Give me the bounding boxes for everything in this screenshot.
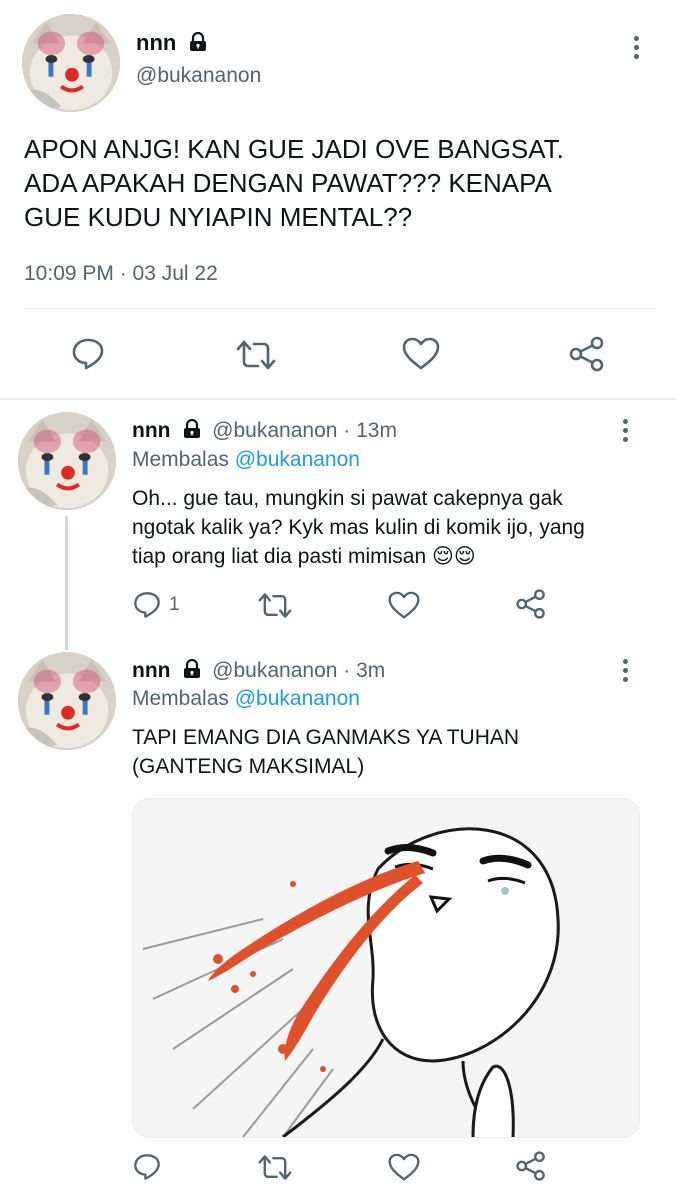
handle[interactable]: @bukananon: [136, 64, 261, 88]
more-icon[interactable]: [629, 36, 643, 63]
replying-label: Membalas: [132, 448, 229, 471]
attached-image[interactable]: [132, 798, 640, 1138]
share-icon[interactable]: [568, 335, 606, 373]
retweet-icon[interactable]: [258, 1153, 292, 1182]
timestamp[interactable]: 10:09 PM · 03 Jul 22: [24, 262, 218, 286]
reply-header: nnn @bukananon · 13m: [132, 418, 397, 446]
nosebleed-meme-image: [133, 799, 639, 1137]
replying-to: Membalas @bukananon: [132, 448, 360, 472]
like-icon[interactable]: [402, 337, 440, 371]
section-divider: [0, 398, 676, 400]
share-icon[interactable]: [515, 588, 547, 620]
clown-cat-avatar-image: [18, 652, 116, 750]
display-name-row: nnn: [136, 30, 208, 58]
tweet-text-line: ADA APAKAH DENGAN PAWAT??? KENAPA: [24, 168, 552, 198]
reply-count: 1: [169, 594, 180, 615]
like-icon[interactable]: [388, 591, 420, 620]
reply-button[interactable]: 1: [132, 590, 180, 620]
divider: [24, 308, 654, 309]
tweet-text: TAPI EMANG DIA GANMAKS YA TUHAN (GANTENG…: [132, 723, 662, 781]
more-icon[interactable]: [618, 659, 632, 686]
tweet-text-line: ngotak kalik ya? Kyk mas kulin di komik …: [132, 516, 585, 539]
thread-line: [65, 516, 68, 650]
handle-time[interactable]: @bukananon · 3m: [212, 659, 385, 682]
tweet-text-line-content: tiap orang liat dia pasti mimisan: [132, 545, 427, 568]
emoji: 😌😌: [432, 545, 476, 568]
tweet-text-line: APON ANJG! KAN GUE JADI OVE BANGSAT.: [24, 134, 564, 164]
like-icon[interactable]: [388, 1153, 420, 1182]
lock-icon: [188, 31, 208, 58]
display-name[interactable]: nnn: [132, 419, 170, 442]
replying-to-handle[interactable]: @bukananon: [235, 448, 360, 471]
clown-cat-avatar-image: [18, 412, 116, 510]
retweet-icon[interactable]: [258, 591, 292, 620]
share-icon[interactable]: [515, 1150, 547, 1182]
reply-icon[interactable]: [132, 1152, 162, 1182]
avatar[interactable]: [22, 14, 120, 112]
tweet-text-line: tiap orang liat dia pasti mimisan 😌😌: [132, 542, 662, 571]
clown-cat-avatar-image: [22, 14, 120, 112]
display-name[interactable]: nnn: [132, 659, 170, 682]
tweet-text: APON ANJG! KAN GUE JADI OVE BANGSAT. ADA…: [24, 132, 654, 234]
tweet-text-line: (GANTENG MAKSIMAL): [132, 755, 365, 778]
tweet-text-line: TAPI EMANG DIA GANMAKS YA TUHAN: [132, 726, 520, 749]
reply-icon[interactable]: [70, 336, 106, 372]
reply-header: nnn @bukananon · 3m: [132, 658, 385, 686]
display-name[interactable]: nnn: [136, 30, 176, 55]
avatar[interactable]: [18, 412, 116, 510]
handle-time[interactable]: @bukananon · 13m: [212, 419, 397, 442]
tweet-text: Oh... gue tau, mungkin si pawat cakepnya…: [132, 484, 662, 571]
tweet-text-line: GUE KUDU NYIAPIN MENTAL??: [24, 202, 413, 232]
avatar[interactable]: [18, 652, 116, 750]
lock-icon: [182, 658, 202, 686]
tweet-text-line: Oh... gue tau, mungkin si pawat cakepnya…: [132, 487, 563, 510]
replying-to: Membalas @bukananon: [132, 687, 360, 711]
lock-icon: [182, 418, 202, 446]
replying-to-handle[interactable]: @bukananon: [235, 687, 360, 710]
more-icon[interactable]: [618, 419, 632, 446]
replying-label: Membalas: [132, 687, 229, 710]
reply-icon: [134, 592, 160, 618]
retweet-icon[interactable]: [236, 338, 276, 372]
